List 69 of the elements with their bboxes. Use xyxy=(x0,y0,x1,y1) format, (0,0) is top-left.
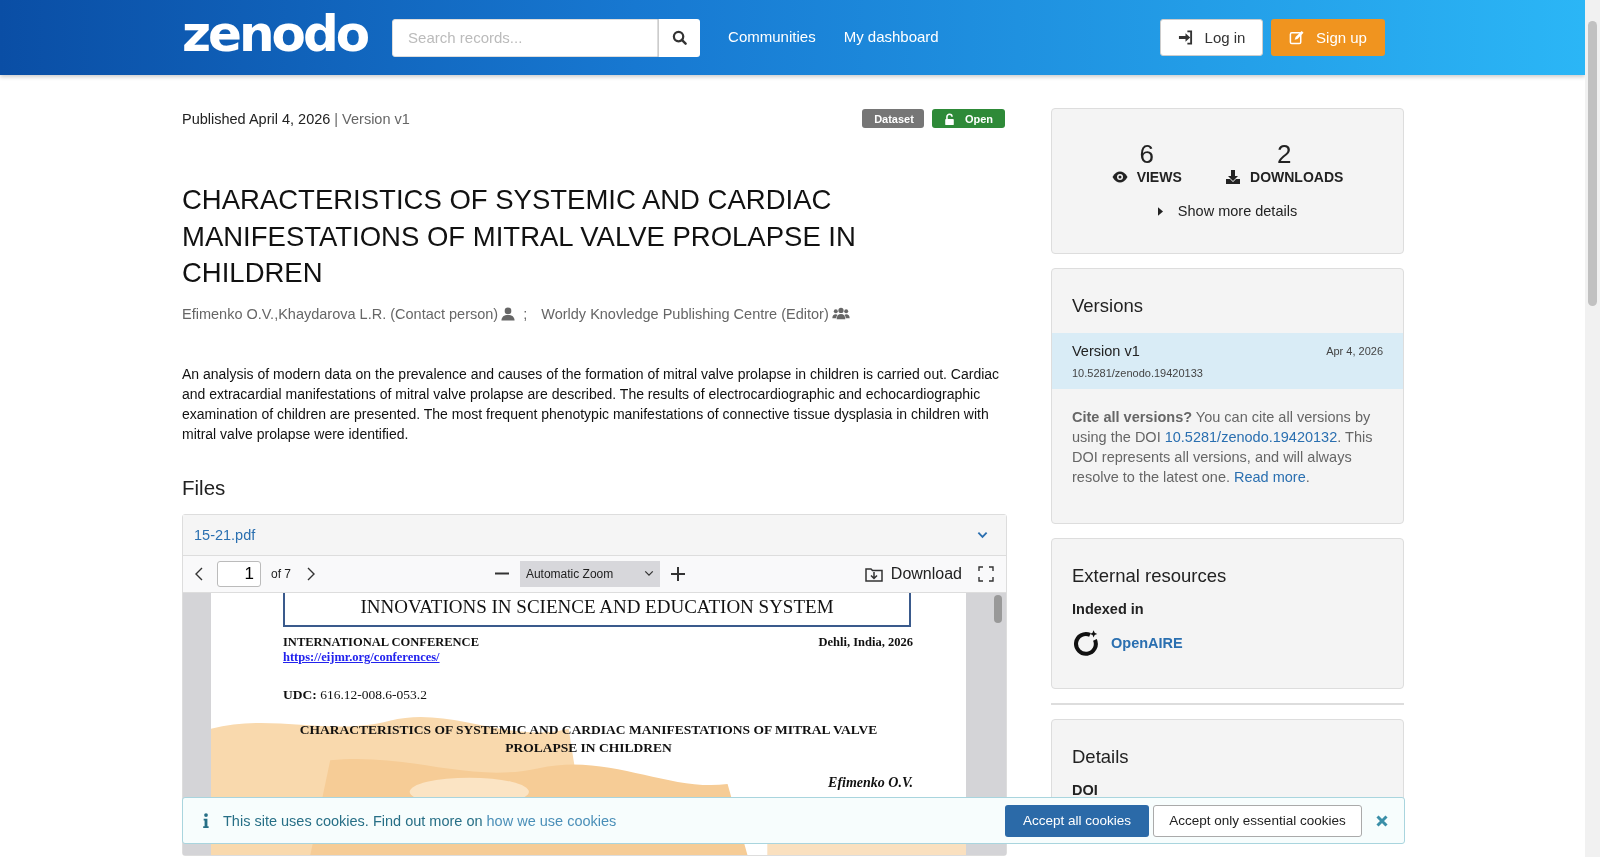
eye-icon xyxy=(1111,169,1128,185)
file-link[interactable]: 15-21.pdf xyxy=(194,526,256,543)
card-title: External resources xyxy=(1072,565,1228,587)
nav-link[interactable]: My dashboard xyxy=(843,27,939,45)
card-title: Versions xyxy=(1072,295,1144,317)
description-text: An analysis of modern data on the prevalence and causes of the formation of mitral valve prolapse in children is carried out. Cardiac and extracardial manifestations of mitral valve prolapse are described. The results of electrocardiographic and echocardiographic examination of children are presented. The most frequent phenotypic manifestations of connective tissue dysplasia in children with mitral valve prolapse were identified. xyxy=(182,364,1001,444)
cookie-policy-link[interactable]: how we use cookies xyxy=(486,812,617,829)
accept-essential-button[interactable]: Accept only essential cookies xyxy=(1153,804,1362,837)
section-heading: Files xyxy=(182,475,227,500)
caret-down-icon xyxy=(643,570,654,577)
page-number-field[interactable]: 1 xyxy=(217,560,261,587)
conference-place: Dehli, India, 2026 xyxy=(818,634,913,650)
close-icon xyxy=(1376,814,1388,827)
document-title: CHARACTERISTICS OF SYSTEMIC AND CARDIAC MANIFESTATIONS OF MITRAL VALVE PROLAPSE IN CHILDREN xyxy=(298,720,879,757)
stat-label: DOWNLOADS xyxy=(1250,169,1344,185)
stat-value: 6 xyxy=(1139,139,1154,169)
show-more-link[interactable]: Show more details xyxy=(1177,203,1298,219)
resource-link[interactable]: OpenAIRE xyxy=(1111,634,1183,651)
document-author: Efimenko O.V. xyxy=(827,774,913,791)
zenodo-logo[interactable]: zenodo xyxy=(182,4,372,63)
document-banner: INNOVATIONS IN SCIENCE AND EDUCATION SYSTEM xyxy=(283,592,911,627)
sign-in-icon xyxy=(1177,30,1193,45)
conference-label: INTERNATIONAL CONFERENCE xyxy=(283,634,479,650)
read-more-link[interactable]: Read more xyxy=(1234,469,1306,485)
creator-link[interactable]: Worldy Knovledge Publishing Centre (Editor) xyxy=(541,305,829,322)
people-icon xyxy=(831,307,850,320)
card-title: Details xyxy=(1072,746,1130,768)
download-icon xyxy=(864,565,883,582)
search-button[interactable] xyxy=(658,18,701,57)
access-badge: Open xyxy=(931,109,1005,128)
separator: ; xyxy=(523,305,528,322)
unlock-icon xyxy=(943,112,955,125)
version-doi: 10.5281/zenodo.19420133 xyxy=(1072,367,1204,379)
download-button[interactable]: Download xyxy=(858,560,968,587)
plus-icon xyxy=(669,565,686,582)
version-date: Apr 4, 2026 xyxy=(1326,345,1383,357)
fullscreen-icon xyxy=(978,565,994,582)
zoom-select[interactable]: Automatic Zoom xyxy=(519,560,660,587)
publication-date: Published April 4, 2026 xyxy=(182,110,331,127)
indexed-in-label: Indexed in xyxy=(1072,601,1145,617)
chevron-left-icon xyxy=(195,566,203,581)
minus-icon xyxy=(493,572,510,575)
cite-text: Cite all versions? You can cite all versions by using the DOI 10.5281/zenodo.19420132. This DOI represents all versions, and will always resolve to the latest one. Read more. xyxy=(1072,408,1374,487)
nav-link[interactable]: Communities xyxy=(728,27,816,45)
search-field[interactable]: Search records... xyxy=(392,18,659,57)
edit-icon xyxy=(1289,30,1305,45)
search-icon xyxy=(672,30,688,45)
accept-all-button[interactable]: Accept all cookies xyxy=(1005,804,1149,837)
cookie-message: This site uses cookies. Find out more on how we use cookies xyxy=(223,812,617,829)
page-count: of 7 xyxy=(270,566,292,581)
person-icon xyxy=(501,306,516,321)
info-icon xyxy=(203,813,209,828)
download-icon xyxy=(1225,169,1241,185)
chevron-right-icon xyxy=(307,566,315,581)
stat-label: VIEWS xyxy=(1136,169,1182,185)
version-item[interactable]: Version v1 Apr 4, 2026 10.5281/zenodo.19420133 xyxy=(1052,333,1403,389)
udc-code: UDC: 616.12-008.6-053.2 xyxy=(283,686,428,703)
chevron-down-icon xyxy=(977,530,988,539)
stat-value: 2 xyxy=(1276,139,1292,169)
log-in-button[interactable]: Log in xyxy=(1160,19,1263,56)
ring-icon xyxy=(1072,629,1099,656)
caret-right-icon xyxy=(1157,206,1163,216)
record-title: CHARACTERISTICS OF SYSTEMIC AND CARDIAC MANIFESTATIONS OF MITRAL VALVE PROLAPSE IN CHILDREN xyxy=(182,183,857,290)
document-link[interactable]: https://eijmr.org/conferences/ xyxy=(283,649,440,665)
resource-type-badge: Dataset xyxy=(862,109,924,128)
version-label: | Version v1 xyxy=(334,110,410,127)
field-label: DOI xyxy=(1072,782,1099,798)
creator-link[interactable]: Efimenko O.V.,Khaydarova L.R. (Contact person) xyxy=(182,305,499,322)
version-name: Version v1 xyxy=(1072,343,1140,359)
